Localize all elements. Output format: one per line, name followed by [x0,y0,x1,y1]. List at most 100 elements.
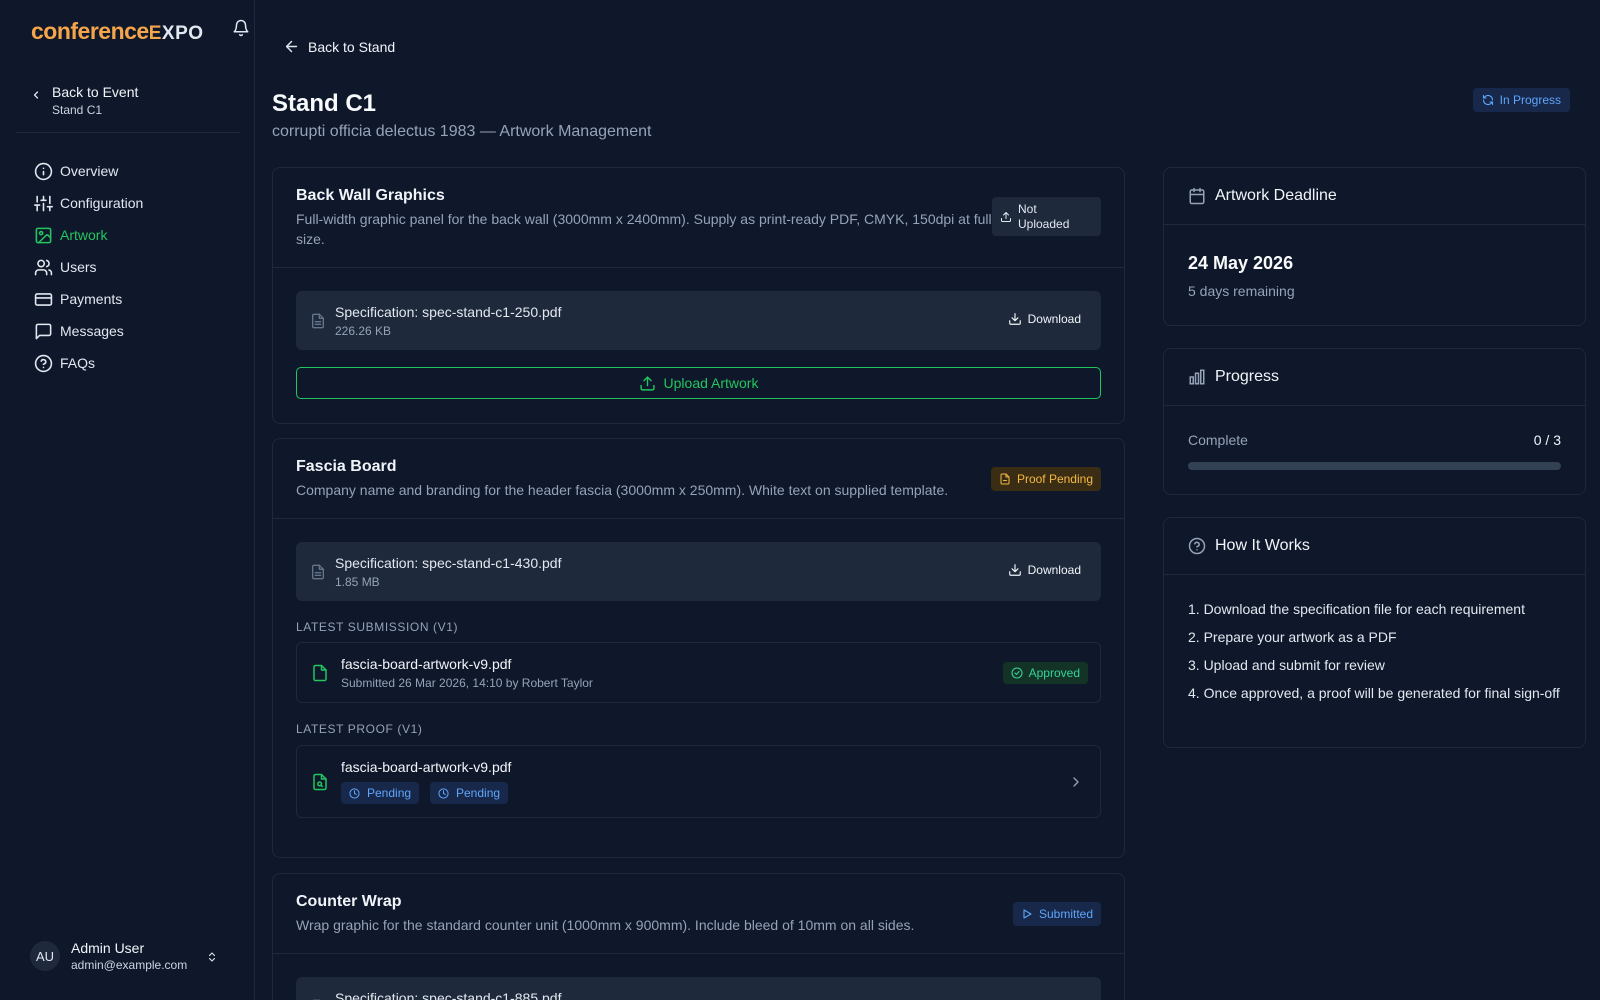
proof-file-name: fascia-board-artwork-v9.pdf [341,759,512,775]
download-button[interactable]: Download [1008,312,1081,326]
how-step: 2. Prepare your artwork as a PDF [1188,629,1397,645]
deadline-title: Artwork Deadline [1215,187,1337,204]
sidebar-item-label: FAQs [60,355,96,371]
sidebar-item-label: Users [60,259,97,275]
bar-chart-icon [1189,369,1205,385]
card-divider [273,518,1124,519]
download-label: Download [1027,312,1081,326]
bell-icon[interactable] [232,18,250,38]
sidebar-divider [16,132,240,133]
file-icon [312,313,324,329]
how-step: 1. Download the specification file for e… [1188,601,1525,617]
spec-file: Specification: spec-stand-c1-430.pdf 1.8… [296,542,1101,601]
status-label: Submitted [1038,907,1093,921]
requirement-description: Full-width graphic panel for the back wa… [296,211,992,247]
file-icon [312,564,324,580]
proof-status-chip: Pending [430,782,509,804]
user-name: Admin User [71,940,145,956]
user-menu[interactable]: AU Admin User admin@example.com [30,940,230,972]
main-content: Back to Stand Stand C1 corrupti officia … [255,0,1600,1000]
progress-title: Progress [1215,368,1280,385]
proof-chip-label: Pending [367,786,412,800]
chevron-right-icon [1073,777,1079,787]
back-to-stand-label: Back to Stand [308,38,396,55]
file-icon [313,664,327,682]
file-check-icon [1000,473,1010,485]
requirement-title: Counter Wrap [296,893,402,910]
calendar-icon [1189,187,1205,205]
submission-meta: Submitted 26 Mar 2026, 14:10 by Robert T… [341,676,593,690]
deadline-date: 24 May 2026 [1188,253,1294,273]
upload-icon [639,375,655,391]
approved-label: Approved [1028,666,1080,680]
info-icon [34,162,53,180]
status-badge-submitted: Submitted [1012,902,1101,926]
card-divider [273,953,1124,954]
sidebar-item-faqs[interactable]: FAQs [34,347,143,379]
submission-file-name: fascia-board-artwork-v9.pdf [341,656,512,672]
page-title: Stand C1 [272,90,377,117]
sidebar-item-label: Messages [60,323,124,339]
back-to-event-label: Back to Event [52,84,139,100]
sidebar-item-artwork[interactable]: Artwork [34,219,143,251]
upload-artwork-label: Upload Artwork [663,375,759,391]
how-it-works-card: How It Works 1. Download the specificati… [1163,517,1586,748]
status-badge-proof-pending: Proof Pending [990,467,1101,491]
stand-status-label: In Progress [1499,93,1561,107]
help-icon [34,354,53,372]
spec-file: Specification: spec-stand-c1-885.pdf [296,977,1101,1000]
spec-file-name: Specification: spec-stand-c1-885.pdf [335,990,562,1000]
back-to-stand-link[interactable]: Back to Stand [283,38,395,55]
latest-submission-label: LATEST SUBMISSION (V1) [296,620,459,634]
back-to-event-link[interactable]: Back to Event Stand C1 [30,84,138,117]
send-icon [1023,909,1032,919]
proof-chip-label: Pending [456,786,501,800]
sidebar-item-configuration[interactable]: Configuration [34,187,143,219]
progress-bar [1188,462,1561,470]
requirement-description: Wrap graphic for the standard counter un… [296,917,915,933]
status-label: Proof Pending [1016,472,1093,486]
chevrons-up-down-icon [208,952,216,962]
user-email: admin@example.com [71,958,188,972]
refresh-icon [1482,94,1493,106]
upload-artwork-button[interactable]: Upload Artwork [296,367,1101,399]
spec-file-size: 1.85 MB [335,575,380,589]
download-button[interactable]: Download [1008,563,1081,577]
how-step: 3. Upload and submit for review [1188,657,1385,673]
download-label: Download [1027,563,1081,577]
logo[interactable]: conferenceEXPO [31,18,204,45]
spec-file: Specification: spec-stand-c1-250.pdf 226… [296,291,1101,350]
sidebar-item-payments[interactable]: Payments [34,283,143,315]
upload-icon [1001,211,1011,222]
status-line-1: Not [1018,201,1037,216]
sidebar-item-overview[interactable]: Overview [34,155,143,187]
sidebar-item-label: Artwork [60,227,108,243]
sidebar-item-label: Payments [60,291,123,307]
card-divider [273,267,1124,268]
sidebar: conferenceEXPO Back to Event Stand C1 Ov… [0,0,255,1000]
help-icon [1188,537,1206,555]
sidebar-item-users[interactable]: Users [34,251,143,283]
status-line-2: Uploaded [1018,216,1070,231]
requirement-card-fascia: Fascia Board Company name and branding f… [272,438,1125,858]
message-icon [35,323,52,339]
image-icon [35,227,52,243]
sidebar-item-label: Overview [60,163,119,179]
how-step: 4. Once approved, a proof will be genera… [1188,685,1560,701]
progress-value: 0 / 3 [1533,432,1561,448]
deadline-remaining: 5 days remaining [1188,283,1295,299]
latest-submission[interactable]: fascia-board-artwork-v9.pdf Submitted 26… [296,642,1101,703]
avatar: AU [30,941,60,971]
stand-status-badge: In Progress [1472,88,1570,112]
sidebar-item-label: Configuration [60,195,144,211]
arrow-left-icon [285,40,298,53]
how-it-works-title: How It Works [1215,537,1310,554]
spec-file-size: 226.26 KB [335,324,392,338]
sidebar-item-messages[interactable]: Messages [34,315,143,347]
clock-icon [438,787,449,799]
artwork-deadline-card: Artwork Deadline 24 May 2026 5 days rema… [1163,167,1586,326]
latest-proof[interactable]: fascia-board-artwork-v9.pdf Pending Pend… [296,745,1101,818]
requirement-card-counter-wrap: Counter Wrap Wrap graphic for the standa… [272,873,1125,1000]
logo-expo-rest: XPO [161,23,204,44]
page-subtitle: corrupti officia delectus 1983 — Artwork… [272,123,652,140]
